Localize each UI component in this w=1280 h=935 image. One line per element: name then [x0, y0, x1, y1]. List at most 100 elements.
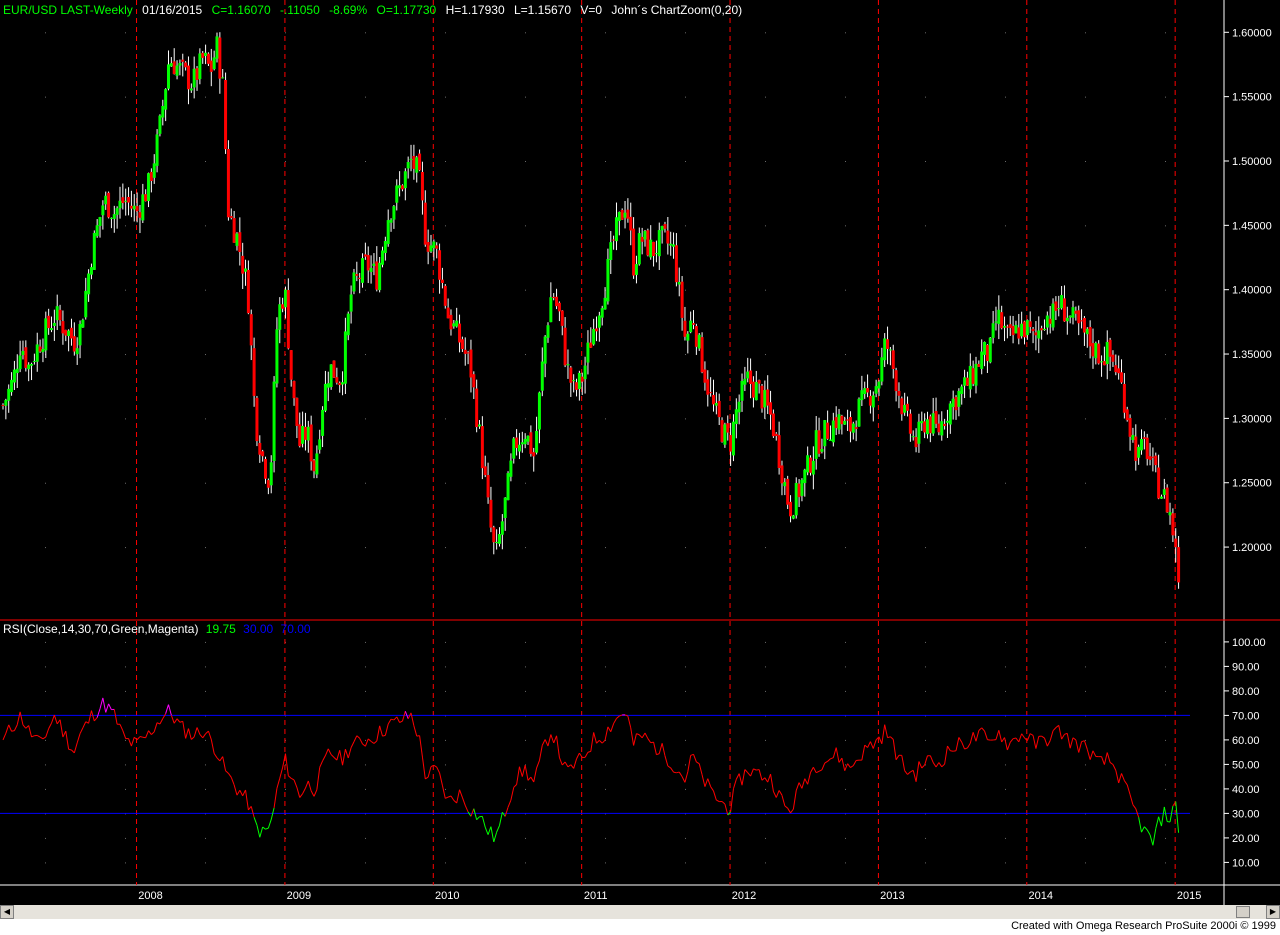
rsi-segment: [230, 777, 235, 786]
candle-down: [1117, 368, 1121, 374]
grid-dot: [445, 418, 446, 420]
grid-dot: [1085, 96, 1086, 98]
candle-up: [204, 52, 208, 56]
candle-down: [580, 376, 584, 382]
grid-dot: [1005, 547, 1006, 549]
grid-dot: [845, 354, 846, 356]
rsi-segment: [19, 711, 24, 726]
rsi-segment: [864, 744, 868, 748]
candle-up: [940, 421, 944, 436]
grid-dot: [845, 764, 846, 766]
candle-down: [595, 328, 598, 332]
candle-down: [906, 403, 910, 411]
candle-down: [771, 413, 775, 437]
candle-up: [814, 430, 818, 459]
scroll-thumb[interactable]: [1236, 906, 1250, 918]
candle-down: [309, 424, 313, 462]
candle-down: [469, 349, 473, 378]
x-tick-label: 2013: [880, 890, 904, 902]
candle-down: [1171, 513, 1175, 536]
price-tick-label: 1.60000: [1232, 27, 1272, 39]
rsi-segment: [359, 738, 363, 745]
rsi-segment: [88, 710, 92, 724]
candle-down: [560, 310, 564, 326]
grid-dot: [45, 160, 46, 162]
candle-down: [489, 499, 493, 528]
grid-dot: [125, 289, 126, 291]
candle-up: [326, 383, 330, 388]
rsi-segment: [732, 779, 737, 789]
candle-down: [552, 296, 556, 298]
grid-dot: [1165, 641, 1166, 643]
rsi-segment: [122, 730, 127, 739]
candle-down: [335, 377, 339, 383]
candle-up: [169, 63, 173, 67]
candle-down: [281, 304, 285, 309]
rsi-segment: [941, 763, 945, 768]
rsi-segment: [867, 741, 871, 748]
rsi-segment: [2, 733, 7, 741]
rsi-segment: [938, 762, 943, 768]
grid-dot: [685, 96, 686, 98]
candle-down: [229, 216, 233, 218]
close-label: C=1.16070: [211, 3, 271, 17]
grid-dot: [205, 641, 206, 643]
candle-down: [1000, 312, 1004, 329]
rsi-segment: [518, 766, 523, 777]
scroll-right-button[interactable]: ▶: [1266, 905, 1280, 919]
grid-dot: [45, 862, 46, 864]
candle-down: [757, 380, 761, 384]
candle-up: [1065, 317, 1069, 322]
candle-up: [540, 361, 544, 391]
horizontal-scrollbar[interactable]: ◀ ▶: [0, 905, 1280, 919]
rsi-segment: [730, 788, 734, 812]
grid-dot: [445, 547, 446, 549]
grid-dot: [285, 862, 286, 864]
candle-up: [386, 220, 390, 245]
candle-down: [706, 379, 710, 395]
pct-label: -8.69%: [329, 3, 368, 17]
grid-dot: [205, 837, 206, 839]
candle-up: [369, 267, 373, 273]
grid-dot: [1085, 739, 1086, 741]
price-tick-label: 1.30000: [1232, 413, 1272, 425]
grid-dot: [205, 225, 206, 227]
candle-down: [971, 368, 975, 384]
grid-dot: [845, 739, 846, 741]
candle-up: [378, 262, 382, 291]
candle-down: [355, 274, 359, 276]
rsi-segment: [1138, 817, 1142, 833]
candle-down: [977, 364, 981, 367]
grid-dot: [1005, 788, 1006, 790]
scroll-track[interactable]: [14, 905, 1266, 919]
candle-down: [777, 435, 781, 468]
rsi-segment: [202, 733, 206, 739]
grid-dot: [1165, 547, 1166, 549]
candle-down: [249, 314, 253, 346]
candle-up: [495, 541, 499, 544]
grid-dot: [125, 739, 126, 741]
rsi-segment: [599, 739, 603, 744]
candle-down: [261, 451, 265, 457]
rsi-segment: [350, 741, 355, 748]
grid-dot: [685, 666, 686, 668]
grid-dot: [1085, 690, 1086, 692]
candle-down: [258, 442, 262, 455]
rsi-segment: [593, 732, 597, 744]
rsi-segment: [162, 713, 167, 719]
rsi-segment: [533, 767, 538, 783]
candle-down: [446, 307, 450, 319]
candle-down: [900, 398, 904, 415]
rsi-segment: [182, 721, 187, 739]
rsi-segment: [670, 767, 674, 773]
candle-up: [800, 479, 804, 496]
rsi-segment: [233, 784, 238, 796]
candle-up: [614, 217, 618, 242]
candle-up: [860, 390, 864, 401]
rsi-segment: [425, 776, 429, 780]
candle-up: [546, 325, 550, 338]
candle-up: [21, 350, 25, 356]
rsi-segment: [798, 782, 803, 789]
grid-dot: [45, 690, 46, 692]
scroll-left-button[interactable]: ◀: [0, 905, 14, 919]
